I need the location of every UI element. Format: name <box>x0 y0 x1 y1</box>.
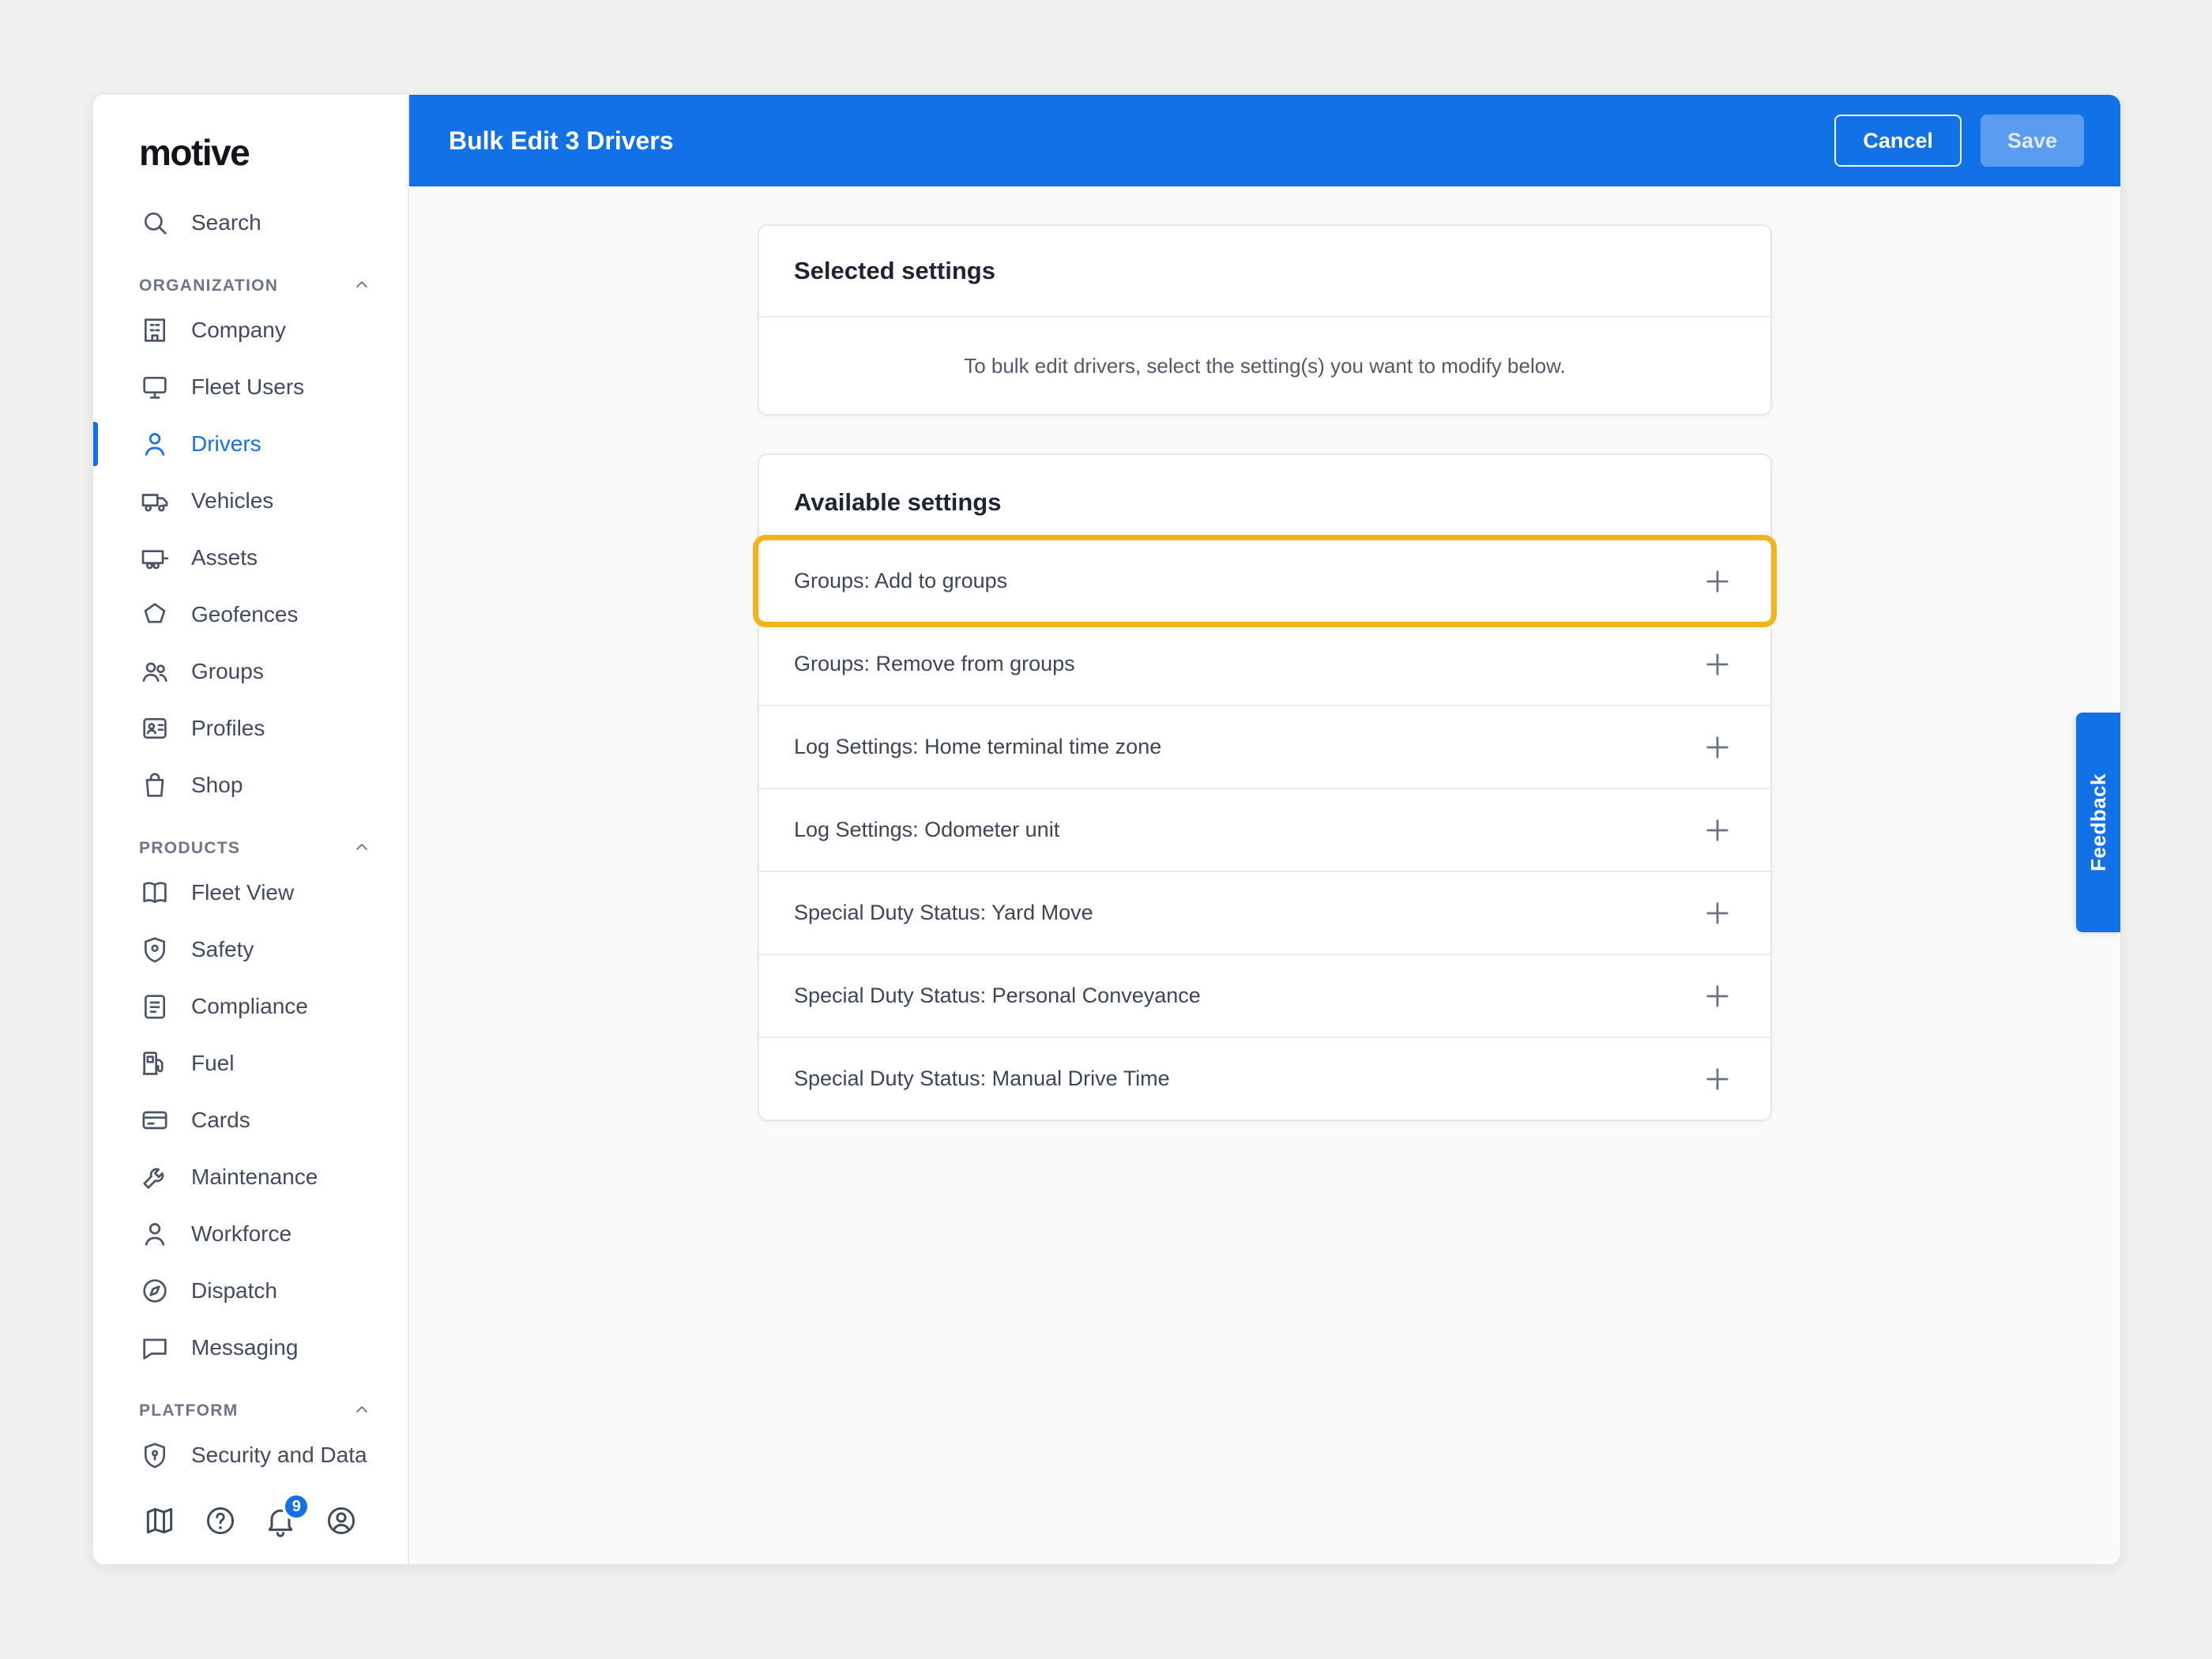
groups-icon <box>139 656 171 687</box>
chevron-up-icon[interactable] <box>351 836 373 858</box>
clipboard-icon <box>139 991 171 1022</box>
trailer-icon <box>139 542 171 574</box>
plus-icon[interactable] <box>1701 648 1734 681</box>
sidebar-item-fuel[interactable]: Fuel <box>93 1035 408 1092</box>
sidebar-item-fleet-users[interactable]: Fleet Users <box>93 359 408 416</box>
shield-lock-icon <box>139 1439 171 1471</box>
setting-row-odometer-unit[interactable]: Log Settings: Odometer unit <box>759 788 1770 871</box>
sidebar-item-workforce[interactable]: Workforce <box>93 1206 408 1262</box>
company-icon <box>139 314 171 346</box>
setting-row-groups-remove[interactable]: Groups: Remove from groups <box>759 622 1770 705</box>
sidebar-item-safety[interactable]: Safety <box>93 921 408 978</box>
search-icon <box>139 207 171 239</box>
sidebar-item-shop[interactable]: Shop <box>93 757 408 814</box>
sidebar-item-messaging[interactable]: Messaging <box>93 1319 408 1376</box>
help-icon[interactable] <box>203 1503 238 1538</box>
selected-settings-empty-text: To bulk edit drivers, select the setting… <box>759 318 1770 414</box>
setting-row-manual-drive-time[interactable]: Special Duty Status: Manual Drive Time <box>759 1036 1770 1119</box>
setting-row-yard-move[interactable]: Special Duty Status: Yard Move <box>759 871 1770 954</box>
available-settings-title: Available settings <box>759 455 1770 539</box>
credit-card-icon <box>139 1104 171 1136</box>
feedback-tab[interactable]: Feedback <box>2076 713 2120 932</box>
driver-icon <box>139 428 171 460</box>
sidebar: motive Search ORGANIZATION Company Fleet… <box>93 95 409 1564</box>
id-card-icon <box>139 713 171 744</box>
available-settings-card: Available settings Groups: Add to groups… <box>758 453 1772 1121</box>
sidebar-search[interactable]: Search <box>93 194 408 251</box>
chevron-up-icon[interactable] <box>351 1398 373 1420</box>
sidebar-item-company[interactable]: Company <box>93 302 408 359</box>
fuel-pump-icon <box>139 1048 171 1079</box>
sidebar-item-groups[interactable]: Groups <box>93 643 408 700</box>
cancel-button[interactable]: Cancel <box>1834 115 1962 167</box>
shopping-bag-icon <box>139 769 171 801</box>
sidebar-item-drivers[interactable]: Drivers <box>93 416 408 472</box>
setting-row-personal-conveyance[interactable]: Special Duty Status: Personal Conveyance <box>759 954 1770 1036</box>
compass-icon <box>139 1275 171 1307</box>
sidebar-item-fleet-view[interactable]: Fleet View <box>93 864 408 921</box>
section-header-platform[interactable]: PLATFORM <box>93 1376 408 1427</box>
setting-row-groups-add[interactable]: Groups: Add to groups <box>759 539 1770 622</box>
setting-row-home-terminal-time-zone[interactable]: Log Settings: Home terminal time zone <box>759 705 1770 788</box>
app-window: motive Search ORGANIZATION Company Fleet… <box>93 95 2120 1564</box>
main-area: Bulk Edit 3 Drivers Cancel Save Selected… <box>409 95 2120 1564</box>
available-settings-list: Groups: Add to groups Groups: Remove fro… <box>759 539 1770 1119</box>
selected-settings-card: Selected settings To bulk edit drivers, … <box>758 224 1772 416</box>
sidebar-item-assets[interactable]: Assets <box>93 529 408 586</box>
sidebar-search-label: Search <box>191 210 261 235</box>
chevron-up-icon[interactable] <box>351 273 373 295</box>
shield-icon <box>139 934 171 965</box>
bulk-edit-header: Bulk Edit 3 Drivers Cancel Save <box>409 95 2120 186</box>
plus-icon[interactable] <box>1701 814 1734 847</box>
plus-icon[interactable] <box>1701 565 1734 598</box>
person-icon <box>139 1218 171 1250</box>
save-button[interactable]: Save <box>1981 115 2084 167</box>
sidebar-footer: 9 <box>93 1477 408 1564</box>
content-area: Selected settings To bulk edit drivers, … <box>409 186 2120 1564</box>
map-book-icon <box>139 877 171 908</box>
truck-icon <box>139 485 171 517</box>
geofence-icon <box>139 599 171 630</box>
plus-icon[interactable] <box>1701 897 1734 930</box>
monitor-icon <box>139 371 171 403</box>
selected-settings-title: Selected settings <box>759 226 1770 318</box>
map-icon[interactable] <box>142 1503 177 1538</box>
sidebar-item-maintenance[interactable]: Maintenance <box>93 1149 408 1206</box>
notification-badge: 9 <box>282 1492 310 1521</box>
sidebar-item-vehicles[interactable]: Vehicles <box>93 472 408 529</box>
plus-icon[interactable] <box>1701 731 1734 764</box>
sidebar-item-dispatch[interactable]: Dispatch <box>93 1262 408 1319</box>
sidebar-item-geofences[interactable]: Geofences <box>93 586 408 643</box>
sidebar-item-compliance[interactable]: Compliance <box>93 978 408 1035</box>
sidebar-item-profiles[interactable]: Profiles <box>93 700 408 757</box>
section-header-products[interactable]: PRODUCTS <box>93 814 408 864</box>
section-header-organization[interactable]: ORGANIZATION <box>93 251 408 302</box>
account-icon[interactable] <box>324 1503 359 1538</box>
feedback-tab-label: Feedback <box>2086 773 2111 871</box>
motive-logo: motive <box>93 95 408 194</box>
notifications-bell[interactable]: 9 <box>263 1503 298 1538</box>
sidebar-nav: Search ORGANIZATION Company Fleet Users … <box>93 194 408 1477</box>
plus-icon[interactable] <box>1701 1063 1734 1096</box>
page-title: Bulk Edit 3 Drivers <box>449 126 1834 156</box>
sidebar-item-security-and-data[interactable]: Security and Data <box>93 1427 408 1477</box>
wrench-icon <box>139 1161 171 1193</box>
chat-icon <box>139 1332 171 1364</box>
sidebar-item-cards[interactable]: Cards <box>93 1092 408 1149</box>
plus-icon[interactable] <box>1701 980 1734 1013</box>
